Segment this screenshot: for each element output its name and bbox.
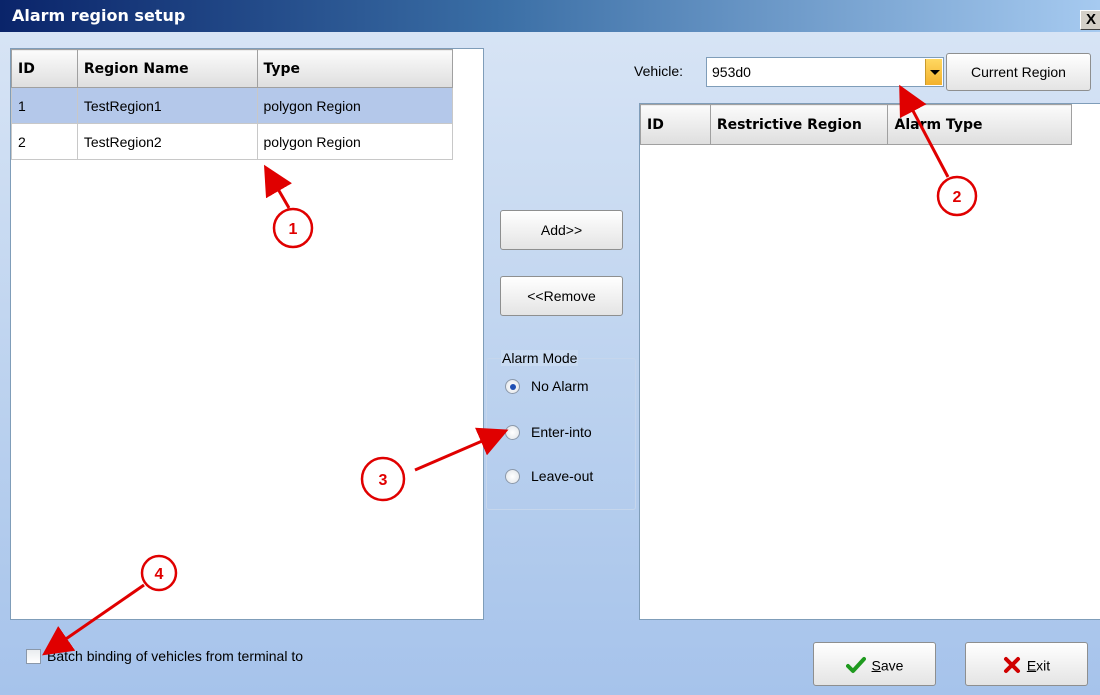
title-bar[interactable]: Alarm region setup X (0, 0, 1100, 32)
region-name-cell: TestRegion2 (76, 123, 258, 160)
save-button[interactable]: Save (813, 642, 936, 686)
region-list-panel: ID Region Name Type 1 TestRegion1 polygo… (10, 48, 484, 620)
batch-binding-checkbox-row[interactable]: Batch binding of vehicles from terminal … (26, 648, 303, 664)
vehicle-value: 953d0 (712, 64, 751, 80)
vehicle-dropdown[interactable]: 953d0 (706, 57, 944, 87)
restrictive-region-grid: ID Restrictive Region Alarm Type (640, 104, 1072, 145)
x-icon (1003, 656, 1021, 674)
remove-button[interactable]: <<Remove (500, 276, 623, 316)
add-button[interactable]: Add>> (500, 210, 623, 250)
window-title: Alarm region setup (12, 6, 186, 25)
save-label-rest: ave (880, 657, 904, 674)
exit-label-rest: xit (1036, 657, 1051, 674)
region-name-cell: TestRegion1 (76, 87, 258, 124)
restrictive-grid-header-row: ID Restrictive Region Alarm Type (640, 104, 1072, 145)
alarm-region-setup-dialog: Alarm region setup X ID Region Name Type… (0, 0, 1100, 695)
radio-button-checked[interactable] (505, 378, 520, 394)
radio-label-enter-into: Enter-into (531, 424, 592, 440)
batch-binding-label: Batch binding of vehicles from terminal … (47, 648, 304, 664)
column-header-id[interactable]: ID (11, 49, 78, 88)
column-header-alarm-type[interactable]: Alarm Type (887, 104, 1072, 145)
radio-button[interactable] (505, 424, 520, 440)
alarm-mode-legend: Alarm Mode (501, 350, 579, 366)
exit-button[interactable]: Exit (965, 642, 1088, 686)
region-grid-header-row: ID Region Name Type (11, 49, 453, 88)
exit-mnemonic: E (1026, 657, 1037, 674)
region-list-grid: ID Region Name Type 1 TestRegion1 polygo… (11, 49, 453, 160)
radio-label-no-alarm: No Alarm (531, 378, 589, 394)
chevron-down-icon[interactable] (925, 59, 942, 85)
close-button[interactable]: X (1080, 10, 1100, 30)
current-region-button[interactable]: Current Region (946, 53, 1091, 91)
radio-label-leave-out: Leave-out (531, 468, 594, 484)
checkmark-icon (845, 656, 866, 674)
radio-button[interactable] (505, 468, 520, 484)
region-id-cell: 1 (11, 87, 78, 124)
alarm-mode-group: Alarm Mode No Alarm Enter-into Leave-out (486, 350, 636, 510)
column-header-region-name[interactable]: Region Name (76, 49, 258, 88)
exit-label: Exit (1027, 657, 1050, 673)
table-row[interactable]: 2 TestRegion2 polygon Region (11, 123, 453, 160)
save-mnemonic: S (871, 657, 881, 674)
restrictive-region-panel: ID Restrictive Region Alarm Type (639, 103, 1100, 620)
column-header-type[interactable]: Type (256, 49, 453, 88)
radio-leave-out[interactable]: Leave-out (505, 466, 593, 486)
radio-no-alarm[interactable]: No Alarm (505, 376, 589, 396)
region-type-cell: polygon Region (256, 87, 453, 124)
save-label: Save (872, 657, 904, 673)
column-header-id[interactable]: ID (640, 104, 711, 145)
vehicle-label: Vehicle: (634, 63, 684, 79)
table-row[interactable]: 1 TestRegion1 polygon Region (11, 87, 453, 124)
radio-enter-into[interactable]: Enter-into (505, 422, 592, 442)
batch-binding-checkbox[interactable] (26, 648, 41, 664)
region-id-cell: 2 (11, 123, 78, 160)
column-header-restrictive-region[interactable]: Restrictive Region (709, 104, 889, 145)
region-type-cell: polygon Region (256, 123, 453, 160)
